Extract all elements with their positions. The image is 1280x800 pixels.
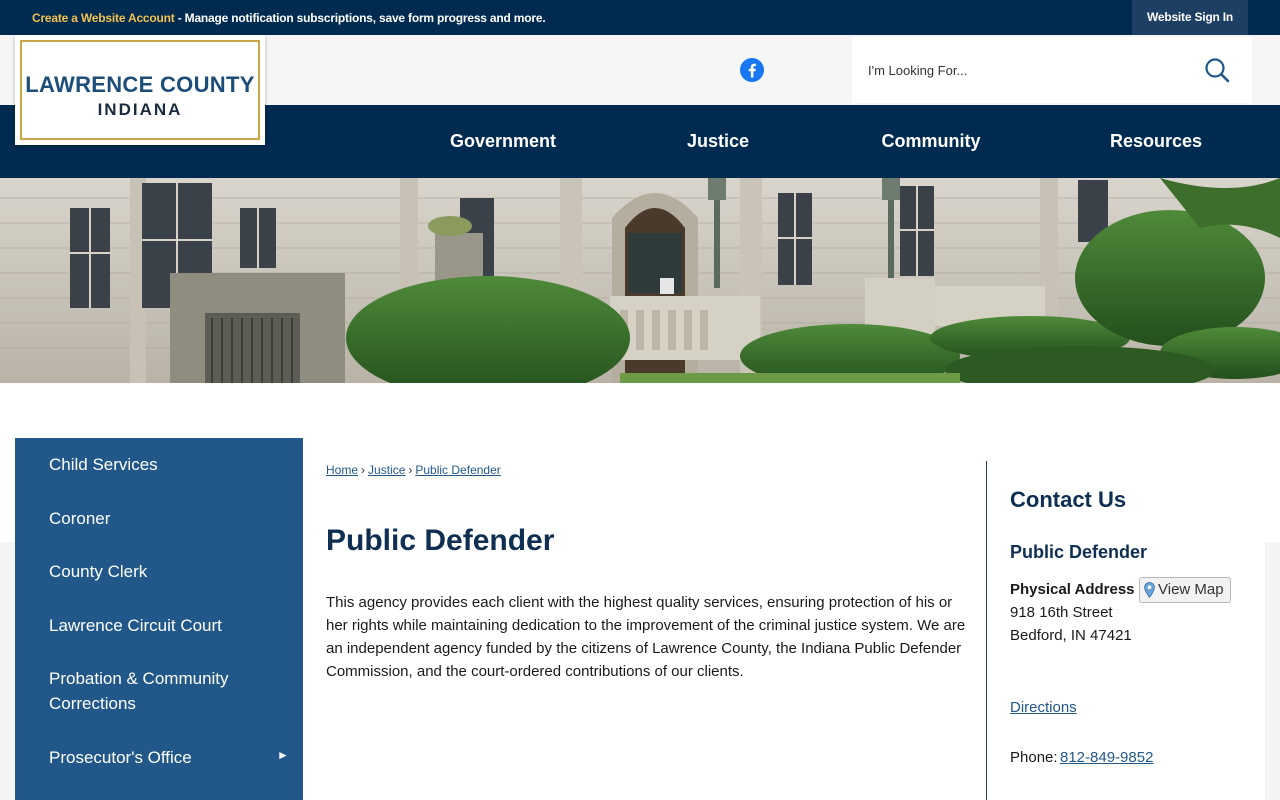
view-map-label: View Map (1158, 581, 1224, 598)
sidebar-item-prosecutors-office[interactable]: Prosecutor's Office (49, 745, 279, 770)
breadcrumb-separator: › (408, 463, 413, 477)
contact-name: Public Defender (1010, 542, 1148, 562)
create-account-link[interactable]: Create a Website Account (32, 11, 175, 25)
breadcrumb-separator: › (361, 463, 366, 477)
phone-label: Phone: (1010, 749, 1058, 766)
nav-community[interactable]: Community (862, 105, 1000, 178)
banner-photo (0, 178, 1280, 383)
search-icon[interactable] (1204, 57, 1230, 83)
sidebar-item-coroner[interactable]: Coroner (49, 506, 279, 531)
address-line-1: 918 16th Street (1010, 604, 1113, 621)
view-map-button[interactable]: View Map (1139, 577, 1231, 603)
physical-address-label: Physical Address (1010, 581, 1135, 598)
website-sign-in-button[interactable]: Website Sign In (1132, 0, 1248, 35)
breadcrumb-home[interactable]: Home (326, 463, 358, 477)
intro-paragraph: This agency provides each client with th… (326, 594, 966, 680)
directions-link[interactable]: Directions (1010, 699, 1077, 716)
nav-justice[interactable]: Justice (660, 105, 776, 178)
sidebar-item-child-services[interactable]: Child Services (49, 452, 279, 477)
sidebar-item-probation[interactable]: Probation & Community Corrections (49, 666, 279, 716)
county-logo[interactable]: LAWRENCE COUNTY INDIANA (15, 35, 265, 145)
top-utility-bar: Create a Website Account - Manage notifi… (0, 0, 1280, 35)
address-line-2: Bedford, IN 47421 (1010, 627, 1132, 644)
nav-resources[interactable]: Resources (1092, 105, 1220, 178)
map-pin-icon (1144, 582, 1155, 598)
account-description: - Manage notification subscriptions, sav… (174, 11, 546, 25)
breadcrumb-justice[interactable]: Justice (368, 463, 405, 477)
sidebar-item-lawrence-circuit-court[interactable]: Lawrence Circuit Court (49, 613, 279, 638)
search-input[interactable] (862, 55, 1182, 85)
breadcrumb: Home › Justice › Public Defender (326, 463, 501, 477)
logo-subtitle: INDIANA (97, 100, 183, 119)
column-divider (986, 461, 987, 800)
facebook-icon[interactable] (740, 58, 764, 82)
expand-arrow-icon[interactable]: ► (277, 748, 289, 762)
logo-title: LAWRENCE COUNTY (25, 72, 255, 97)
contact-heading: Contact Us (1010, 487, 1127, 512)
page-title: Public Defender (326, 524, 555, 557)
sidebar-item-county-clerk[interactable]: County Clerk (49, 559, 279, 584)
breadcrumb-public-defender[interactable]: Public Defender (415, 463, 500, 477)
account-message: Create a Website Account - Manage notifi… (32, 11, 546, 25)
phone-link[interactable]: 812-849-9852 (1060, 749, 1153, 766)
sidebar-navigation: Child Services Coroner County Clerk Lawr… (15, 438, 303, 800)
nav-government[interactable]: Government (430, 105, 576, 178)
search-box (852, 37, 1252, 103)
courthouse-illustration (0, 178, 1280, 383)
logo-frame: LAWRENCE COUNTY INDIANA (20, 40, 260, 140)
